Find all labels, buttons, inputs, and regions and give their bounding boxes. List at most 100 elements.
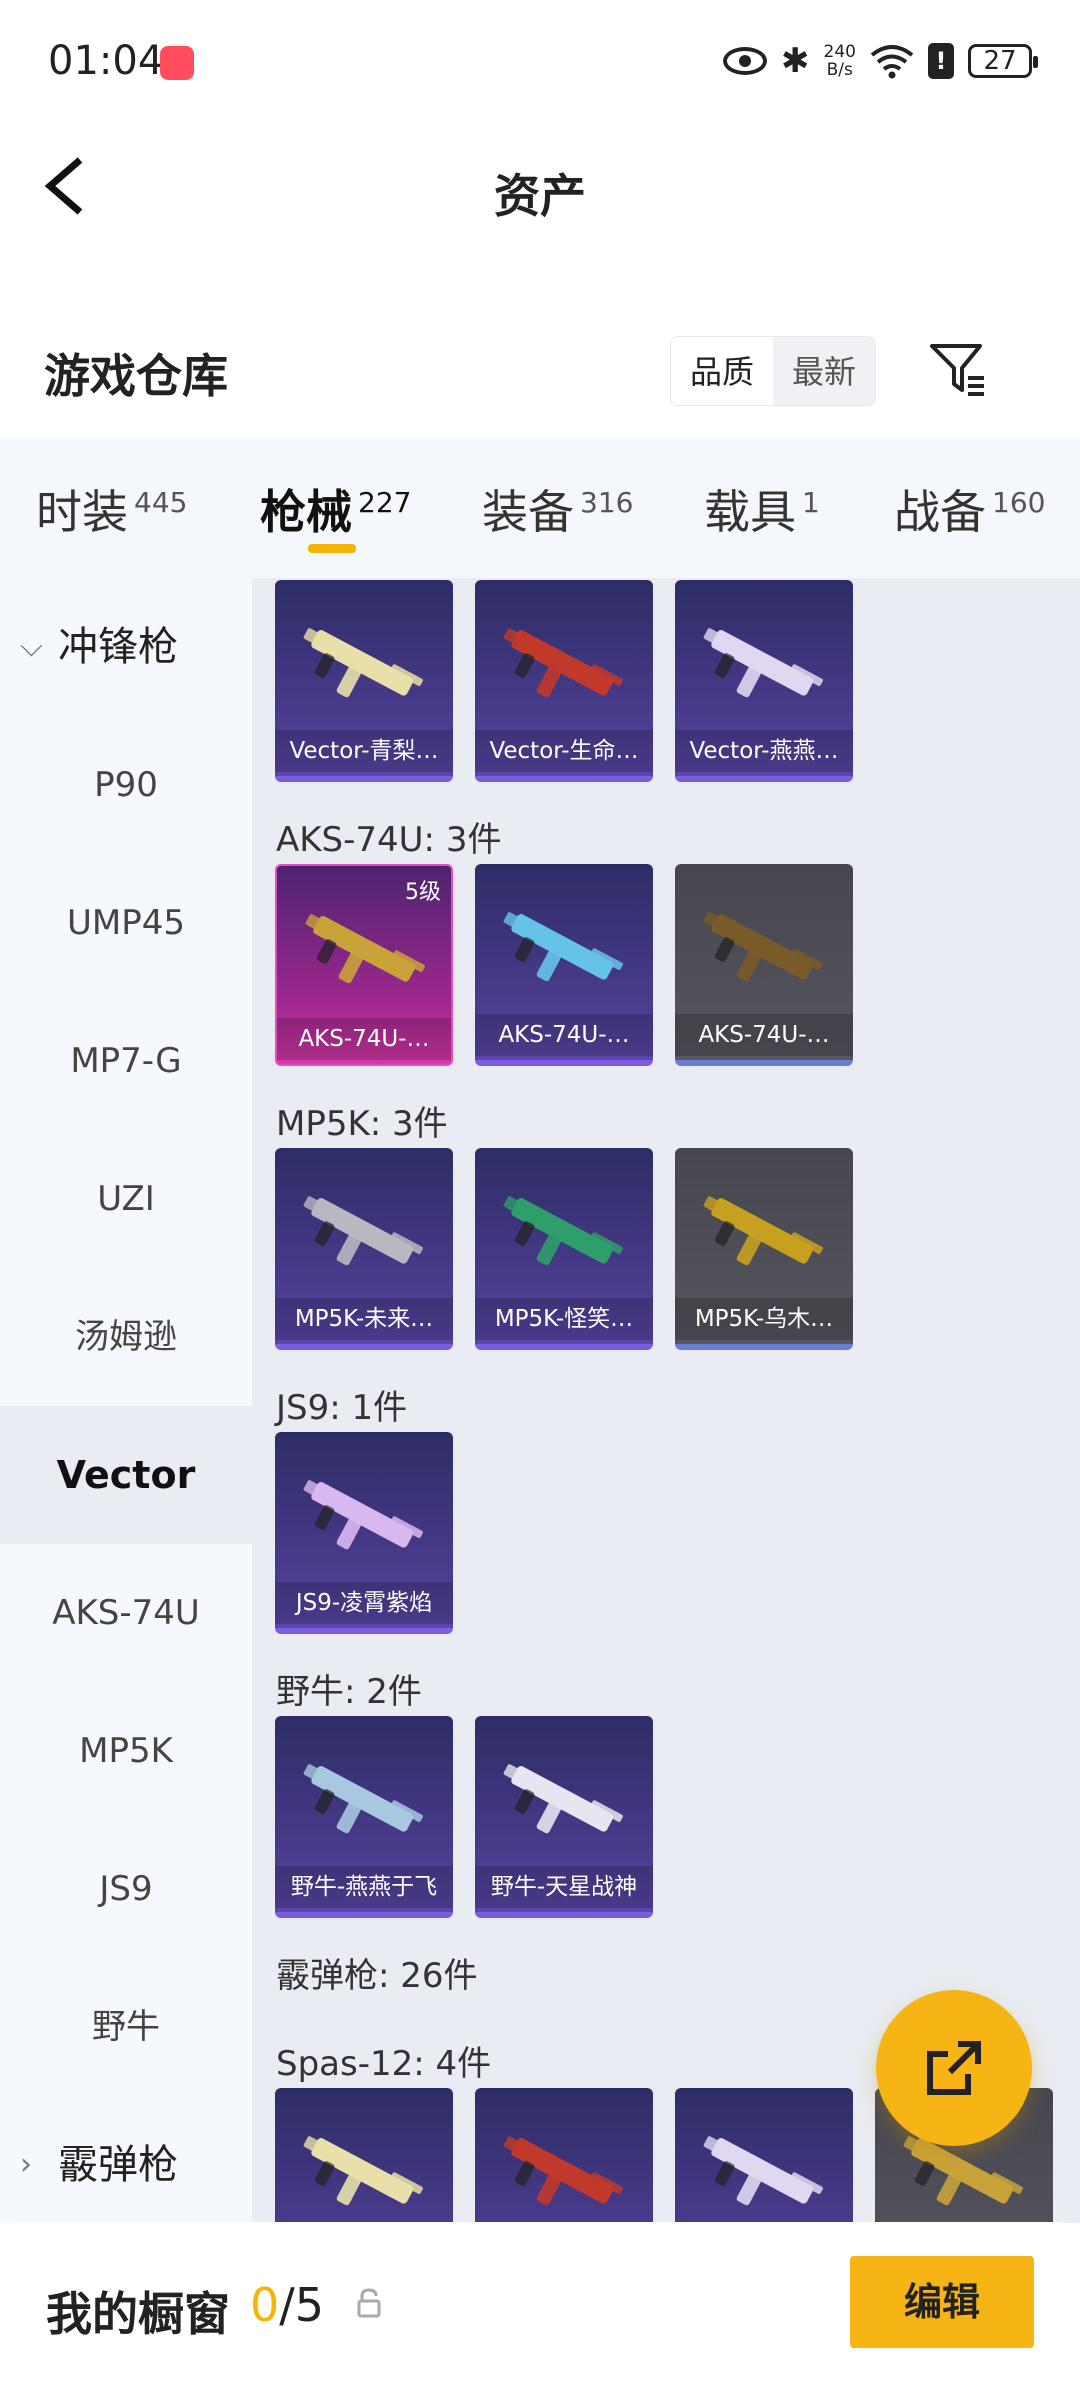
eye-icon bbox=[723, 47, 768, 75]
weapon-card[interactable]: Vector-生命… bbox=[475, 580, 653, 782]
sidebar-item-shotgun-group[interactable]: › 霰弹枪 bbox=[0, 2096, 252, 2234]
tab-label: 装备 bbox=[482, 485, 574, 539]
weapon-card[interactable]: AKS-74U-… bbox=[475, 864, 653, 1066]
sidebar-item-vector[interactable]: Vector bbox=[0, 1406, 252, 1544]
weapon-card[interactable]: MP5K-未来… bbox=[275, 1148, 453, 1350]
tab-fashion[interactable]: 时装 445 bbox=[36, 476, 187, 556]
showcase-label: 我的橱窗 bbox=[46, 2287, 230, 2341]
tab-label: 战备 bbox=[894, 485, 986, 539]
network-speed-unit: B/s bbox=[826, 60, 853, 80]
weapon-name: Vector-生命… bbox=[475, 730, 653, 772]
weapon-name: 野牛-燕燕于飞 bbox=[275, 1866, 453, 1908]
sidebar-item-thompson[interactable]: 汤姆逊 bbox=[0, 1268, 252, 1406]
wifi-icon bbox=[870, 43, 914, 79]
top-bar: 资产 bbox=[0, 126, 1080, 246]
weapon-name: Vector-青梨… bbox=[275, 730, 453, 772]
chevron-down-icon: ⌵ bbox=[20, 629, 43, 664]
weapon-card[interactable]: 5级 AKS-74U-… bbox=[275, 864, 453, 1066]
gun-icon bbox=[303, 1196, 423, 1266]
weapon-card[interactable]: 野牛-燕燕于飞 bbox=[275, 1716, 453, 1918]
weapon-name: JS9-凌霄紫焰 bbox=[275, 1582, 453, 1624]
weapon-card[interactable] bbox=[475, 2088, 653, 2223]
showcase-count: 0/5 bbox=[250, 2278, 324, 2332]
gun-icon bbox=[503, 628, 623, 698]
sidebar-item-mp7g[interactable]: MP7-G bbox=[0, 992, 252, 1130]
sidebar-item-smg-group[interactable]: ⌵ 冲锋枪 bbox=[0, 578, 252, 716]
status-time: 01:04 bbox=[48, 38, 164, 84]
sidebar-item-mp5k[interactable]: MP5K bbox=[0, 1682, 252, 1820]
weapon-name: AKS-74U-… bbox=[675, 1014, 853, 1056]
group-label: 野牛: 2件 bbox=[276, 1672, 422, 1712]
filter-icon[interactable] bbox=[928, 340, 988, 400]
bluetooth-icon: ✱ bbox=[781, 41, 810, 81]
weapon-name: 野牛-天星战神 bbox=[475, 1866, 653, 1908]
tab-label: 时装 bbox=[36, 485, 128, 539]
sort-latest-button[interactable]: 最新 bbox=[773, 337, 875, 405]
sidebar-item-ump45[interactable]: UMP45 bbox=[0, 854, 252, 992]
sidebar-item-label: 冲锋枪 bbox=[58, 624, 178, 670]
weapon-name: MP5K-怪笑… bbox=[475, 1298, 653, 1340]
sidebar-item-bison[interactable]: 野牛 bbox=[0, 1958, 252, 2096]
weapon-card[interactable]: Vector-青梨… bbox=[275, 580, 453, 782]
weapon-card[interactable]: Vector-燕燕… bbox=[675, 580, 853, 782]
weapon-name: MP5K-乌木… bbox=[675, 1298, 853, 1340]
gun-icon bbox=[303, 1480, 423, 1550]
sidebar-item-label: 霰弹枪 bbox=[58, 2142, 178, 2188]
tab-equipment[interactable]: 装备 316 bbox=[482, 476, 633, 556]
edit-button[interactable]: 编辑 bbox=[850, 2256, 1034, 2348]
sidebar-item-p90[interactable]: P90 bbox=[0, 716, 252, 854]
weapon-card[interactable] bbox=[675, 2088, 853, 2223]
weapon-card[interactable]: 野牛-天星战神 bbox=[475, 1716, 653, 1918]
level-badge: 5级 bbox=[405, 880, 441, 905]
tab-count: 227 bbox=[358, 486, 412, 519]
weapon-card[interactable]: JS9-凌霄紫焰 bbox=[275, 1432, 453, 1634]
gun-icon bbox=[303, 1764, 423, 1834]
app-notification-icon bbox=[160, 46, 194, 80]
weapon-name: MP5K-未来… bbox=[275, 1298, 453, 1340]
weapon-card[interactable]: AKS-74U-… bbox=[675, 864, 853, 1066]
tab-vehicles[interactable]: 载具 1 bbox=[704, 476, 820, 556]
gun-icon bbox=[503, 912, 623, 982]
tab-count: 160 bbox=[992, 486, 1046, 519]
active-tab-indicator bbox=[308, 544, 356, 553]
tab-label: 载具 bbox=[704, 485, 796, 539]
tab-count: 1 bbox=[802, 486, 820, 519]
category-tabs: 时装 445 枪械 227 装备 316 载具 1 战备 160 bbox=[0, 438, 1080, 578]
weapon-card[interactable]: MP5K-乌木… bbox=[675, 1148, 853, 1350]
group-label: JS9: 1件 bbox=[276, 1388, 408, 1428]
gun-icon bbox=[303, 2136, 423, 2206]
gun-icon bbox=[503, 1196, 623, 1266]
tab-count: 445 bbox=[134, 486, 188, 519]
gun-icon bbox=[703, 2136, 823, 2206]
tab-label: 枪械 bbox=[260, 485, 352, 539]
lock-icon bbox=[356, 2288, 382, 2318]
chevron-right-icon: › bbox=[20, 2147, 32, 2182]
weapon-name: AKS-74U-… bbox=[277, 1018, 451, 1060]
gun-icon bbox=[703, 628, 823, 698]
weapon-card[interactable] bbox=[275, 2088, 453, 2223]
gun-icon bbox=[703, 912, 823, 982]
battery-icon: 27 bbox=[968, 44, 1038, 78]
group-label: 霰弹枪: 26件 bbox=[276, 1956, 478, 1996]
battery-level: 27 bbox=[983, 46, 1017, 76]
sort-quality-button[interactable]: 品质 bbox=[671, 337, 773, 405]
alert-icon: ! bbox=[928, 43, 954, 79]
tab-supplies[interactable]: 战备 160 bbox=[894, 476, 1045, 556]
network-speed: 240 B/s bbox=[824, 43, 856, 79]
sidebar-item-aks74u[interactable]: AKS-74U bbox=[0, 1544, 252, 1682]
gun-icon bbox=[503, 1764, 623, 1834]
share-button[interactable] bbox=[876, 1990, 1032, 2146]
share-icon bbox=[927, 2041, 981, 2095]
section-title: 游戏仓库 bbox=[44, 349, 228, 403]
sidebar-item-js9[interactable]: JS9 bbox=[0, 1820, 252, 1958]
status-icons: ✱ 240 B/s ! 27 bbox=[723, 36, 1038, 86]
weapon-name: AKS-74U-… bbox=[475, 1014, 653, 1056]
section-header: 游戏仓库 品质 最新 bbox=[0, 316, 1080, 426]
weapon-type-sidebar: ⌵ 冲锋枪 P90 UMP45 MP7-G UZI 汤姆逊 Vector AKS-… bbox=[0, 578, 252, 2223]
weapon-card[interactable]: MP5K-怪笑… bbox=[475, 1148, 653, 1350]
gun-icon bbox=[305, 914, 425, 984]
showcase-current: 0 bbox=[250, 2278, 280, 2332]
sidebar-item-uzi[interactable]: UZI bbox=[0, 1130, 252, 1268]
page-title: 资产 bbox=[494, 169, 586, 223]
status-bar: 01:04 ✱ 240 B/s ! 27 bbox=[0, 0, 1080, 126]
